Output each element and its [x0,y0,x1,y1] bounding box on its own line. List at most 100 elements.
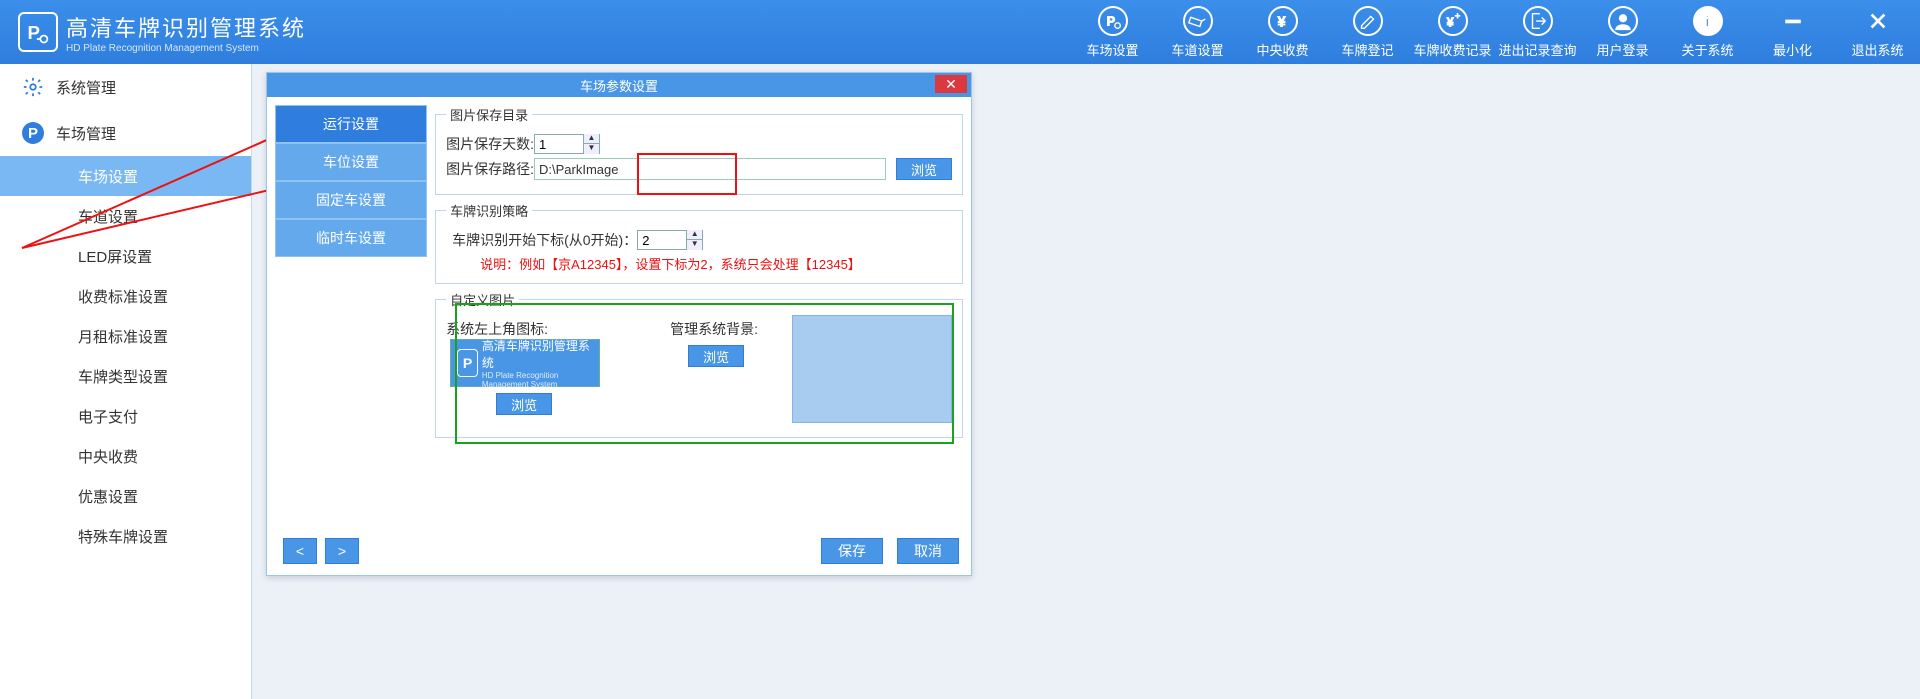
mini-title: 高清车牌识别管理系统 [482,337,593,371]
sidebar-item-month-std[interactable]: 月租标准设置 [0,316,251,356]
dialog-tabs: 运行设置 车位设置 固定车设置 临时车设置 [275,105,427,527]
label: 车道设置 [1171,40,1223,59]
label: 优惠设置 [78,486,138,507]
app-logo-box: P 高清车牌识别管理系统 HD Plate Recognition Manage… [0,11,306,54]
sidebar-item-led[interactable]: LED屏设置 [0,236,251,276]
tb-inout-query[interactable]: 进出记录查询 [1495,0,1580,64]
info-icon: i [1693,6,1723,36]
browse-bg-button[interactable]: 浏览 [688,345,744,367]
legend: 图片保存目录 [446,105,532,124]
spin-down-icon[interactable]: ▼ [686,240,702,250]
dialog-right-panel: 图片保存目录 图片保存天数: ▲▼ 图片保存路径: D:\ParkImage [435,105,963,527]
camera-icon [1183,6,1213,36]
tab-fixed-car[interactable]: 固定车设置 [275,181,427,219]
label: 用户登录 [1596,40,1648,59]
tb-lane-settings[interactable]: 车道设置 [1155,0,1240,64]
path-value: D:\ParkImage [539,162,618,177]
tb-minimize[interactable]: 最小化 [1750,0,1835,64]
group-custom-images: 自定义图片 系统左上角图标: P 高清车牌识别管理系统 HD Plate Rec… [435,290,963,438]
days-value[interactable] [535,137,583,152]
label: 取消 [914,541,942,561]
mini-logo-icon: P [457,349,478,377]
label: 关于系统 [1681,40,1733,59]
tab-run-settings[interactable]: 运行设置 [275,105,427,143]
tab-temp-car[interactable]: 临时车设置 [275,219,427,257]
label: 车位设置 [323,152,379,172]
label: LED屏设置 [78,246,152,267]
idx-value[interactable] [638,233,686,248]
path-input[interactable]: D:\ParkImage [534,158,886,180]
idx-label: 车牌识别开始下标(从0开始)： [452,230,637,250]
header-toolbar: P 车场设置 车道设置 ¥ 中央收费 车牌登记 ¥+ 车牌收费记录 进出记录查询… [1070,0,1920,64]
sidebar-item-park-settings[interactable]: 车场设置 [0,156,251,196]
sidebar-sec-system[interactable]: 系统管理 [0,64,251,110]
label: 车场管理 [56,123,116,144]
tab-slot-settings[interactable]: 车位设置 [275,143,427,181]
tb-park-settings[interactable]: P 车场设置 [1070,0,1155,64]
path-label: 图片保存路径: [446,159,534,179]
sidebar-item-special-plate[interactable]: 特殊车牌设置 [0,516,251,556]
label: 月租标准设置 [78,326,168,347]
label: 中央收费 [78,446,138,467]
browse-path-button[interactable]: 浏览 [896,158,952,180]
svg-text:¥: ¥ [1277,14,1286,30]
sidebar-item-plate-type[interactable]: 车牌类型设置 [0,356,251,396]
label: 退出系统 [1851,40,1903,59]
sidebar-item-epay[interactable]: 电子支付 [0,396,251,436]
save-button[interactable]: 保存 [821,538,883,564]
bg-preview [792,315,952,423]
browse-logo-button[interactable]: 浏览 [496,393,552,415]
tb-exit[interactable]: 退出系统 [1835,0,1920,64]
label: 系统管理 [56,77,116,98]
label: 浏览 [511,395,537,414]
idx-description: 说明：例如【京A12345】，设置下标为2，系统只会处理【12345】 [480,254,952,273]
legend: 自定义图片 [446,290,519,309]
mini-sub: HD Plate Recognition Management System [482,371,593,389]
tb-user-login[interactable]: 用户登录 [1580,0,1665,64]
sidebar-item-discount[interactable]: 优惠设置 [0,476,251,516]
cancel-button[interactable]: 取消 [897,538,959,564]
group-recognition: 车牌识别策略 车牌识别开始下标(从0开始)： ▲▼ 说明：例如【京A12345】… [435,201,963,284]
minimize-icon [1778,6,1808,36]
prev-button[interactable]: < [283,538,317,564]
yen-icon: ¥ [1268,6,1298,36]
label: 运行设置 [323,114,379,134]
svg-text:+: + [1454,11,1459,21]
label: 收费标准设置 [78,286,168,307]
park-icon: P [1098,6,1128,36]
tb-plate-register[interactable]: 车牌登记 [1325,0,1410,64]
label: 电子支付 [78,406,138,427]
sidebar-item-lane-settings[interactable]: 车道设置 [0,196,251,236]
tb-about[interactable]: i 关于系统 [1665,0,1750,64]
dialog-footer: < > 保存 取消 [267,535,971,575]
spin-down-icon[interactable]: ▼ [583,144,599,154]
right-label: 管理系统背景: [670,319,758,339]
label: 车牌类型设置 [78,366,168,387]
left-label: 系统左上角图标: [446,319,646,339]
dialog-title: 车场参数设置 [580,76,658,95]
label: 最小化 [1773,40,1812,59]
app-title: 高清车牌识别管理系统 [66,11,306,43]
days-input[interactable]: ▲▼ [534,134,600,154]
next-button[interactable]: > [325,538,359,564]
content-area: 车场参数设置 ✕ 运行设置 车位设置 固定车设置 临时车设置 图片保存目录 [252,64,1920,699]
sidebar-sec-parking[interactable]: P 车场管理 [0,110,251,156]
label: 车牌收费记录 [1413,40,1491,59]
label: 临时车设置 [316,228,386,248]
sidebar-item-fee-std[interactable]: 收费标准设置 [0,276,251,316]
label: 车场设置 [78,166,138,187]
app-header: P 高清车牌识别管理系统 HD Plate Recognition Manage… [0,0,1920,64]
label: 浏览 [911,160,937,179]
park-settings-dialog: 车场参数设置 ✕ 运行设置 车位设置 固定车设置 临时车设置 图片保存目录 [266,72,972,576]
svg-text:i: i [1705,14,1709,30]
tb-fee-record[interactable]: ¥+ 车牌收费记录 [1410,0,1495,64]
dialog-close-button[interactable]: ✕ [935,75,967,93]
group-image-save: 图片保存目录 图片保存天数: ▲▼ 图片保存路径: D:\ParkImage [435,105,963,195]
sidebar-item-central-fee[interactable]: 中央收费 [0,436,251,476]
idx-input[interactable]: ▲▼ [637,230,703,250]
edit-icon [1353,6,1383,36]
tb-central-fee[interactable]: ¥ 中央收费 [1240,0,1325,64]
label: 浏览 [703,347,729,366]
label: 特殊车牌设置 [78,526,168,547]
app-logo-icon: P [18,12,58,52]
